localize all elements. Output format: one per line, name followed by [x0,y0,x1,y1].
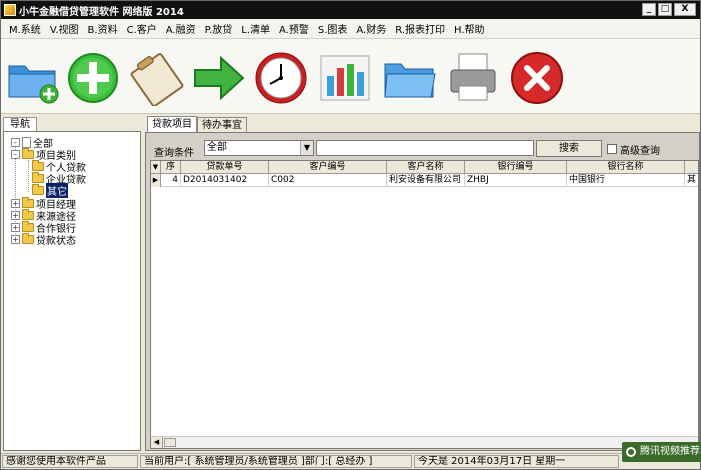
loan-project-panel: 查询条件 全部 ▼ 搜索 高级查询 ▼ 序 贷款单号 客户编号 客户名称 银行编… [145,132,700,451]
bar-chart-icon[interactable] [317,45,373,107]
loan-grid: ▼ 序 贷款单号 客户编号 客户名称 银行编号 银行名称 ▶ 4 D201403… [150,160,699,449]
minimize-button[interactable]: _ [642,3,656,16]
menu-report-print[interactable]: R.报表打印 [393,21,452,36]
status-message: 感谢您使用本软件产品 [2,455,138,468]
menu-system[interactable]: M.系统 [7,21,48,36]
app-icon [4,4,16,16]
menu-charts[interactable]: S.图表 [316,21,355,36]
row-indicator-header: ▼ [151,161,161,174]
tree-other[interactable]: 其它 [32,182,68,198]
nav-tree-panel: - 全部 - 项目类别 个人贷款 企业贷款 其它 + 项目经理 + 来源途径 +… [3,131,141,451]
folder-icon [22,232,34,244]
status-bar: 感谢您使用本软件产品 当前用户:[ 系统管理员/系统管理员 ]部门:[ 总经办 … [1,453,700,469]
expand-icon[interactable]: + [11,198,20,208]
menu-bar: M.系统 V.视图 B.资料 C.客户 A.融资 P.放贷 L.清单 A.预警 … [1,19,700,39]
printer-icon[interactable] [445,45,501,107]
menu-financing[interactable]: A.融资 [164,21,203,36]
tree-loan-status[interactable]: + 贷款状态 [11,232,76,247]
cell-more: 其 [685,174,698,187]
search-input[interactable] [316,140,534,156]
close-circle-icon[interactable] [509,45,565,107]
window-controls: _ □ X [642,3,696,16]
table-row[interactable]: ▶ 4 D2014031402 C002 利安设备有限公司 ZHBJ 中国银行 … [151,174,698,187]
menu-list[interactable]: L.清单 [239,21,277,36]
folder-icon [32,159,44,171]
document-icon [22,136,31,148]
current-row-icon: ▶ [151,174,161,187]
menu-finance[interactable]: A.财务 [354,21,393,36]
menu-alert[interactable]: A.预警 [277,21,316,36]
col-bank-no[interactable]: 银行编号 [465,161,567,174]
status-date: 今天是 2014年03月17日 星期一 [414,455,619,468]
col-bank-name[interactable]: 银行名称 [567,161,685,174]
col-loan-no[interactable]: 贷款单号 [181,161,269,174]
collapse-icon[interactable]: - [11,149,20,159]
menu-data[interactable]: B.资料 [86,21,125,36]
col-customer-name[interactable]: 客户名称 [387,161,465,174]
menu-view[interactable]: V.视图 [48,21,86,36]
scroll-left-icon[interactable]: ◀ [151,437,163,448]
folder-icon [22,196,34,208]
folder-icon [22,208,34,220]
cell-loan-no: D2014031402 [181,174,269,187]
close-button[interactable]: X [674,3,696,16]
nav-tab[interactable]: 导航 [3,117,37,132]
plus-circle-icon[interactable] [65,45,121,107]
cell-bank-name: 中国银行 [567,174,685,187]
forward-arrow-icon[interactable] [191,45,247,107]
folder-icon [32,171,44,183]
folder-icon [32,183,44,195]
window-title: 小牛金融借贷管理软件 网络版 2014 [19,6,184,18]
folder-icon [22,220,34,232]
cell-customer-no: C002 [269,174,387,187]
tab-todo[interactable]: 待办事宜 [197,117,247,133]
menu-customer[interactable]: C.客户 [125,21,164,36]
status-user: 当前用户:[ 系统管理员/系统管理员 ]部门:[ 总经办 ] [140,455,412,468]
collapse-icon[interactable]: - [11,137,20,147]
search-button[interactable]: 搜索 [536,140,602,157]
col-seq[interactable]: 序 [161,161,181,174]
expand-icon[interactable]: + [11,234,20,244]
tab-loan-projects[interactable]: 贷款项目 [147,116,197,133]
main-window: 小牛金融借贷管理软件 网络版 2014 _ □ X M.系统 V.视图 B.资料… [0,0,701,470]
menu-help[interactable]: H.帮助 [452,21,492,36]
folder-icon [22,147,34,159]
horizontal-scrollbar[interactable]: ◀ [151,436,698,448]
title-bar: 小牛金融借贷管理软件 网络版 2014 _ □ X [1,1,700,19]
maximize-button[interactable]: □ [658,3,672,16]
alarm-clock-icon[interactable] [253,45,309,107]
grid-header: ▼ 序 贷款单号 客户编号 客户名称 银行编号 银行名称 [151,161,698,174]
query-field-select[interactable]: 全部 ▼ [204,140,314,156]
cell-seq: 4 [161,174,181,187]
menu-lending[interactable]: P.放贷 [203,21,240,36]
chevron-down-icon[interactable]: ▼ [300,141,313,155]
cell-bank-no: ZHBJ [465,174,567,187]
query-bar: 查询条件 全部 ▼ 搜索 高级查询 [146,138,699,159]
advanced-query-checkbox[interactable] [607,144,617,154]
col-more[interactable] [685,161,698,174]
open-folder-icon[interactable] [381,45,437,107]
advanced-query-label: 高级查询 [620,146,660,157]
clipboard-icon[interactable] [129,45,185,107]
query-label: 查询条件 [154,148,194,159]
tencent-video-icon [626,447,636,457]
expand-icon[interactable]: + [11,210,20,220]
scroll-thumb[interactable] [164,438,176,447]
tencent-video-popup[interactable]: 腾讯视频推荐 [622,442,701,462]
expand-icon[interactable]: + [11,222,20,232]
toolbar [1,39,700,114]
col-customer-no[interactable]: 客户编号 [269,161,387,174]
cell-customer-name: 利安设备有限公司 [387,174,465,187]
add-folder-icon[interactable] [5,45,61,107]
